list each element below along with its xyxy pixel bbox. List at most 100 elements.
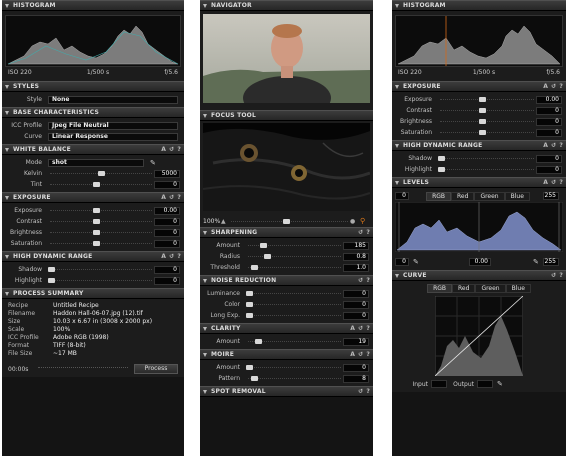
- contrast-slider[interactable]: [48, 216, 154, 227]
- reset-icon[interactable]: ↺: [358, 229, 363, 236]
- tab-blue[interactable]: Blue: [505, 284, 531, 293]
- hdr-header[interactable]: HIGH DYNAMIC RANGE A ↺ ?: [2, 251, 184, 262]
- help-icon[interactable]: ?: [366, 388, 370, 395]
- histogram-header[interactable]: HISTOGRAM: [2, 0, 184, 11]
- tab-green[interactable]: Green: [475, 284, 506, 293]
- saturation-slider[interactable]: [438, 127, 536, 138]
- shadow-slider[interactable]: [438, 153, 536, 164]
- brightness-value[interactable]: 0: [154, 228, 180, 237]
- process-button[interactable]: Process: [134, 364, 178, 374]
- highlight-slider[interactable]: [438, 164, 536, 175]
- slider-knob[interactable]: [438, 167, 445, 172]
- curve-input-field[interactable]: [431, 380, 447, 388]
- tab-red[interactable]: Red: [452, 284, 476, 293]
- kelvin-slider[interactable]: [48, 168, 154, 179]
- shadow-value[interactable]: 0: [154, 265, 180, 274]
- auto-icon[interactable]: A: [350, 325, 355, 332]
- color-value[interactable]: 0: [343, 300, 369, 309]
- help-icon[interactable]: ?: [366, 229, 370, 236]
- help-icon[interactable]: ?: [559, 83, 563, 90]
- exposure-value[interactable]: 0.00: [154, 206, 180, 215]
- help-icon[interactable]: ?: [366, 325, 370, 332]
- reset-icon[interactable]: ↺: [358, 388, 363, 395]
- levels-histogram[interactable]: [394, 201, 564, 253]
- brightness-value[interactable]: 0: [536, 117, 562, 126]
- reset-icon[interactable]: ↺: [551, 83, 556, 90]
- contrast-value[interactable]: 0: [154, 217, 180, 226]
- help-icon[interactable]: ?: [177, 194, 181, 201]
- tint-slider[interactable]: [48, 179, 154, 190]
- contrast-slider[interactable]: [438, 105, 536, 116]
- slider-knob[interactable]: [478, 130, 486, 135]
- long-exp-value[interactable]: 0: [343, 311, 369, 320]
- brightness-slider[interactable]: [438, 116, 536, 127]
- auto-icon[interactable]: A: [543, 83, 548, 90]
- exposure-header[interactable]: EXPOSURE A ↺ ?: [392, 81, 566, 92]
- exposure-value[interactable]: 0.00: [536, 95, 562, 104]
- reset-icon[interactable]: ↺: [358, 351, 363, 358]
- slider-knob[interactable]: [48, 278, 55, 283]
- curve-select[interactable]: Linear Response: [48, 132, 178, 141]
- radius-value[interactable]: 0.8: [343, 252, 369, 261]
- shadow-slider[interactable]: [48, 264, 154, 275]
- slider-knob[interactable]: [92, 208, 100, 213]
- tab-blue[interactable]: Blue: [504, 191, 530, 201]
- curve-graph[interactable]: [435, 296, 523, 376]
- histogram-header[interactable]: HISTOGRAM: [392, 0, 566, 11]
- slider-knob[interactable]: [92, 182, 100, 187]
- highlight-slider[interactable]: [48, 275, 154, 286]
- luminance-value[interactable]: 0: [343, 289, 369, 298]
- moire-header[interactable]: MOIRE A ↺ ?: [200, 349, 373, 360]
- slider-knob[interactable]: [246, 313, 253, 318]
- highlight-value[interactable]: 0: [154, 276, 180, 285]
- reset-icon[interactable]: ↺: [358, 277, 363, 284]
- levels-header[interactable]: LEVELS A ↺ ?: [392, 177, 566, 188]
- slider-knob[interactable]: [264, 254, 271, 259]
- reset-icon[interactable]: ↺: [551, 179, 556, 186]
- luminance-slider[interactable]: [246, 288, 343, 299]
- eyedropper-white-icon[interactable]: ✎: [533, 258, 543, 266]
- tab-rgb[interactable]: RGB: [427, 284, 453, 293]
- help-icon[interactable]: ?: [366, 351, 370, 358]
- kelvin-value[interactable]: 5000: [154, 169, 180, 178]
- curve-output-field[interactable]: [477, 380, 493, 388]
- slider-knob[interactable]: [246, 365, 253, 370]
- slider-knob[interactable]: [255, 339, 262, 344]
- clarity-header[interactable]: CLARITY A ↺ ?: [200, 323, 373, 334]
- focus-tool-header[interactable]: FOCUS TOOL: [200, 110, 373, 121]
- levels-input-low[interactable]: 0: [395, 192, 409, 200]
- slider-knob[interactable]: [246, 291, 253, 296]
- noise-reduction-header[interactable]: NOISE REDUCTION ↺ ?: [200, 275, 373, 286]
- contrast-value[interactable]: 0: [536, 106, 562, 115]
- reset-icon[interactable]: ↺: [169, 146, 174, 153]
- shadow-value[interactable]: 0: [536, 154, 562, 163]
- exposure-header[interactable]: EXPOSURE A ↺ ?: [2, 192, 184, 203]
- white-balance-header[interactable]: WHITE BALANCE A ↺ ?: [2, 144, 184, 155]
- eyedropper-black-icon[interactable]: ✎: [413, 258, 431, 266]
- exposure-slider[interactable]: [438, 94, 536, 105]
- highlight-value[interactable]: 0: [536, 165, 562, 174]
- slider-knob[interactable]: [250, 265, 258, 270]
- long-exp-slider[interactable]: [246, 310, 343, 321]
- process-summary-header[interactable]: PROCESS SUMMARY: [2, 288, 184, 299]
- help-icon[interactable]: ?: [559, 179, 563, 186]
- saturation-slider[interactable]: [48, 238, 154, 249]
- slider-knob[interactable]: [250, 376, 258, 381]
- style-select[interactable]: None: [48, 95, 178, 104]
- auto-icon[interactable]: A: [543, 179, 548, 186]
- reset-icon[interactable]: ↺: [169, 194, 174, 201]
- focus-preview[interactable]: [202, 123, 371, 211]
- slider-knob[interactable]: [92, 241, 100, 246]
- amount-slider[interactable]: [246, 336, 343, 347]
- zoom-slider[interactable]: [229, 216, 350, 227]
- reset-icon[interactable]: ↺: [358, 325, 363, 332]
- reset-icon[interactable]: ↺: [169, 253, 174, 260]
- spot-removal-header[interactable]: SPOT REMOVAL ↺ ?: [200, 386, 373, 397]
- slider-knob[interactable]: [246, 302, 253, 307]
- styles-header[interactable]: STYLES: [2, 81, 184, 92]
- auto-icon[interactable]: A: [161, 253, 166, 260]
- saturation-value[interactable]: 0: [154, 239, 180, 248]
- amount-value[interactable]: 19: [343, 337, 369, 346]
- levels-gamma[interactable]: 0.00: [469, 258, 491, 266]
- levels-input-high[interactable]: 255: [543, 192, 559, 200]
